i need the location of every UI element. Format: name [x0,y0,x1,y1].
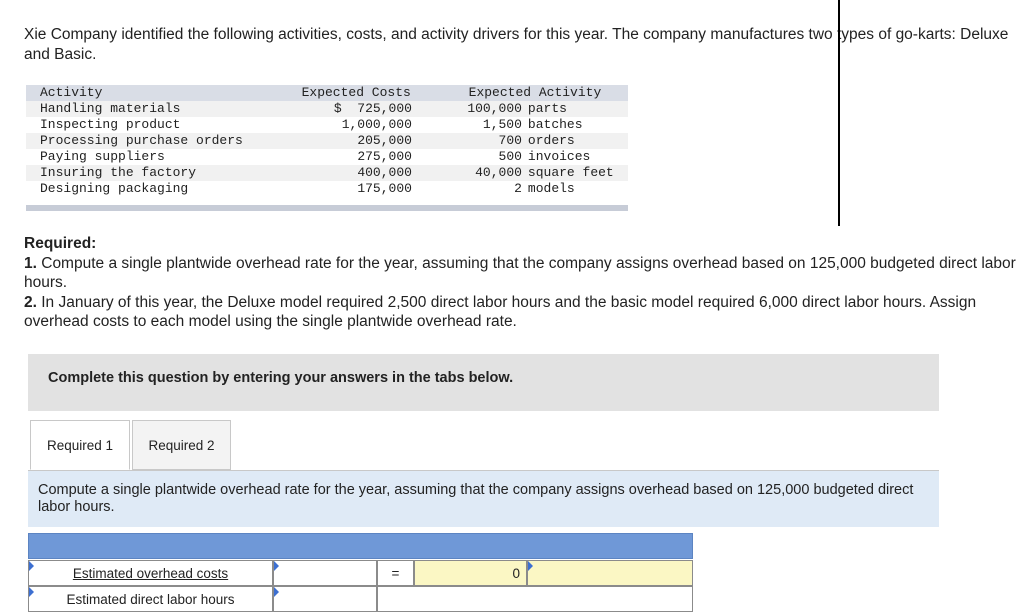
table-row: Handling materials $ 725,000 100,000 par… [26,101,628,117]
overhead-costs-input[interactable] [274,561,376,585]
rate-result-value: 0 [512,566,520,581]
table-row: Inspecting product 1,000,000 1,500 batch… [26,117,628,133]
labor-hours-input[interactable] [274,587,376,611]
intro-text: Xie Company identified the following act… [24,26,1009,63]
vertical-divider-line [838,0,840,226]
activity-qty: 1,500 [482,117,522,132]
overhead-costs-label-cell: Estimated overhead costs [28,560,273,586]
activity-name: Paying suppliers [40,149,165,164]
table-row: Designing packaging 175,000 2 models [26,181,628,197]
activity-unit: invoices [527,149,591,164]
activity-name: Insuring the factory [40,165,197,180]
input-marker-icon [274,561,279,571]
instruction-text: Complete this question by entering your … [48,370,514,386]
table-row: Insuring the factory 400,000 40,000 squa… [26,165,628,181]
input-marker-icon [29,561,34,571]
activity-cost: 175,000 [357,181,412,196]
required-heading: Required: [24,235,97,252]
activity-table: Activity Expected Costs Expected Activit… [26,85,628,211]
activity-cost: $ 725,000 [333,101,412,116]
rate-result-cell: 0 [414,560,527,586]
activity-cost: 1,000,000 [341,117,412,132]
activity-name: Handling materials [40,101,181,116]
overhead-costs-label: Estimated overhead costs [72,566,229,581]
activity-cost: 400,000 [357,165,412,180]
activity-unit: square feet [527,165,614,180]
overhead-costs-input-cell[interactable] [273,560,377,586]
equals-sign: = [391,566,400,581]
required-item-1: 1. Compute a single plantwide overhead r… [24,254,1016,292]
input-marker-icon [29,587,34,597]
activity-qty: 700 [498,133,522,148]
answer-grid: Estimated overhead costs = 0 Estimated d… [28,533,693,613]
required-section: Required: 1. Compute a single plantwide … [24,234,1020,332]
labor-hours-label-cell: Estimated direct labor hours [28,586,273,612]
labor-hours-input-cell[interactable] [273,586,377,612]
blank-cell [377,586,693,612]
activity-unit: parts [527,101,567,116]
table-footer-bar [26,205,628,211]
activity-qty: 100,000 [467,101,522,116]
rate-unit-input[interactable] [528,561,692,585]
header-activity: Activity [40,85,103,100]
activity-qty: 2 [514,181,522,196]
instruction-banner: Complete this question by entering your … [28,354,939,411]
activity-table-header: Activity Expected Costs Expected Activit… [26,85,628,101]
table-row: Paying suppliers 275,000 500 invoices [26,149,628,165]
activity-name: Inspecting product [40,117,181,132]
activity-unit: orders [527,133,575,148]
rate-unit-input-cell[interactable] [527,560,693,586]
activity-cost: 275,000 [357,149,412,164]
activity-name: Designing packaging [40,181,189,196]
answer-grid-header [28,533,693,559]
input-marker-icon [274,587,279,597]
activity-unit: models [527,181,575,196]
activity-cost: 205,000 [357,133,412,148]
activity-qty: 500 [498,149,522,164]
tab-required-2[interactable]: Required 2 [132,420,231,470]
header-expected-costs: Expected Costs [301,85,411,100]
activity-unit: batches [527,117,583,132]
activity-name: Processing purchase orders [40,133,243,148]
tab-prompt-text: Compute a single plantwide overhead rate… [38,482,914,515]
labor-hours-label: Estimated direct labor hours [66,592,235,607]
required-item-2: 2. In January of this year, the Deluxe m… [24,293,977,331]
tab-required-1[interactable]: Required 1 [30,420,130,470]
tab-prompt-panel: Compute a single plantwide overhead rate… [28,471,939,527]
equals-cell: = [377,560,414,586]
input-marker-icon [528,561,533,571]
activity-qty: 40,000 [475,165,522,180]
header-expected-activity: Expected Activity [468,85,602,100]
table-row: Processing purchase orders 205,000 700 o… [26,133,628,149]
